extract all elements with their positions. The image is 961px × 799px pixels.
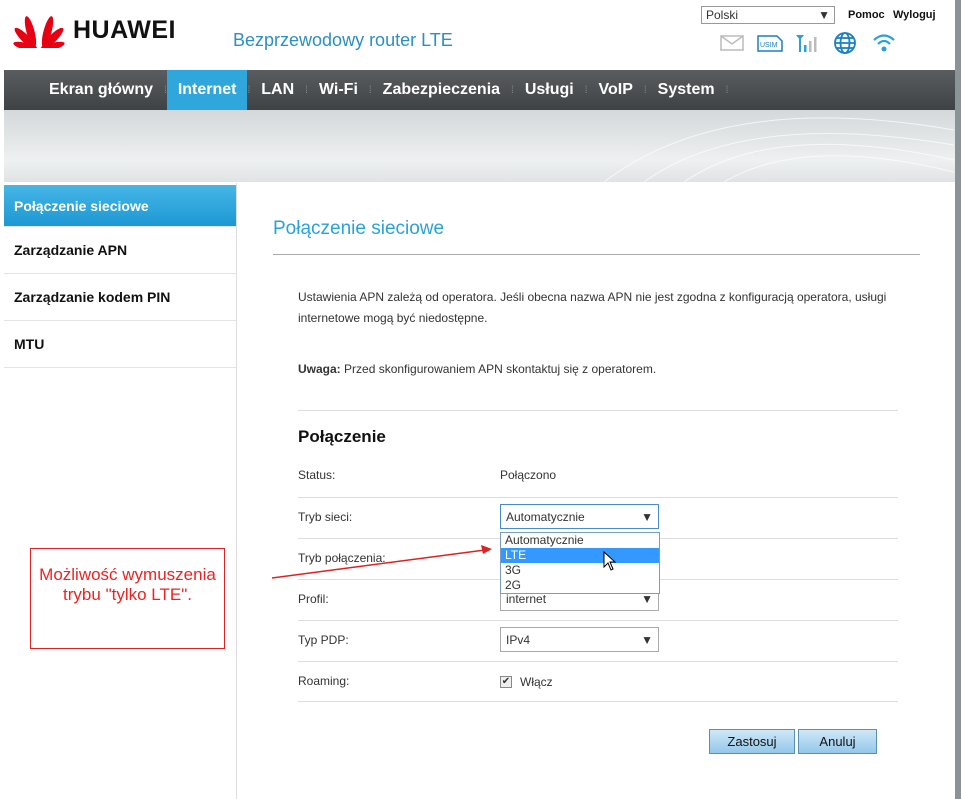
tab-internet[interactable]: Internet xyxy=(166,70,248,110)
annotation-box: Możliwość wymuszenia trybu "tylko LTE". xyxy=(30,548,225,649)
divider xyxy=(298,410,898,411)
roaming-label: Roaming: xyxy=(298,674,350,688)
cancel-button[interactable]: Anuluj xyxy=(798,729,877,754)
divider xyxy=(273,254,920,255)
sidebar-item-apn[interactable]: Zarządzanie APN xyxy=(4,227,236,274)
wifi-icon xyxy=(872,32,896,54)
tab-services[interactable]: Usługi xyxy=(514,70,585,110)
network-mode-value: Automatycznie xyxy=(506,510,585,524)
globe-icon xyxy=(833,32,857,54)
sidebar: Połączenie sieciowe Zarządzanie APN Zarz… xyxy=(4,183,237,799)
tab-system[interactable]: System xyxy=(647,70,726,110)
mail-icon[interactable] xyxy=(720,32,744,54)
product-name: Bezprzewodowy router LTE xyxy=(233,30,453,50)
window-edge xyxy=(955,0,961,799)
option-lte[interactable]: LTE xyxy=(501,548,659,563)
option-3g[interactable]: 3G xyxy=(501,563,659,578)
apn-info: Ustawienia APN zależą od operatora. Jeśl… xyxy=(298,290,887,325)
note-text: Przed skonfigurowaniem APN skontaktuj si… xyxy=(340,362,657,376)
chevron-down-icon: ▼ xyxy=(818,8,830,22)
help-link[interactable]: Pomoc xyxy=(848,9,885,21)
profile-label: Profil: xyxy=(298,592,329,606)
network-mode-dropdown: Automatycznie LTE 3G 2G xyxy=(500,532,660,594)
annotation-arrow-icon xyxy=(271,545,492,579)
option-2g[interactable]: 2G xyxy=(501,578,659,593)
logout-link[interactable]: Wyloguj xyxy=(893,9,936,21)
mouse-cursor-icon xyxy=(603,550,617,576)
svg-text:USIM: USIM xyxy=(760,42,778,49)
checkbox-checked-icon[interactable]: ✔ xyxy=(500,676,512,688)
roaming-row: Roaming: ✔ Włącz xyxy=(298,661,898,702)
chevron-down-icon: ▼ xyxy=(641,633,653,647)
roaming-checkbox-label: Włącz xyxy=(520,675,553,689)
tab-wifi[interactable]: Wi-Fi xyxy=(308,70,369,110)
tab-security[interactable]: Zabezpieczenia xyxy=(372,70,511,110)
section-title: Połączenie xyxy=(298,427,386,446)
note: Uwaga: Przed skonfigurowaniem APN skonta… xyxy=(298,359,656,380)
sim-icon: USIM xyxy=(757,32,783,54)
option-auto[interactable]: Automatycznie xyxy=(501,533,659,548)
apply-button[interactable]: Zastosuj xyxy=(709,729,795,754)
tab-lan[interactable]: LAN xyxy=(250,70,305,110)
network-mode-select[interactable]: Automatycznie ▼ xyxy=(500,504,659,529)
sidebar-item-mtu[interactable]: MTU xyxy=(4,321,236,368)
signal-icon xyxy=(794,32,822,54)
pdp-row: Typ PDP: IPv4 ▼ xyxy=(298,620,898,661)
chevron-down-icon: ▼ xyxy=(641,510,653,524)
tab-voip[interactable]: VoIP xyxy=(588,70,644,110)
page-title: Połączenie sieciowe xyxy=(273,218,445,239)
sidebar-item-pin[interactable]: Zarządzanie kodem PIN xyxy=(4,274,236,321)
pdp-label: Typ PDP: xyxy=(298,633,349,647)
tab-home[interactable]: Ekran główny xyxy=(4,70,164,110)
network-mode-label: Tryb sieci: xyxy=(298,510,353,524)
status-label: Status: xyxy=(298,468,336,482)
note-label: Uwaga: xyxy=(298,362,341,376)
main-nav: Ekran główny ⁞ Internet ⁞ LAN ⁞ Wi-Fi ⁞ Zabe… xyxy=(4,70,955,110)
sidebar-item-network-connection[interactable]: Połączenie sieciowe xyxy=(4,185,236,227)
huawei-logo: HUAWEI xyxy=(13,12,176,48)
status-value: Połączono xyxy=(500,468,557,482)
huawei-flower-icon xyxy=(13,16,65,48)
brand-name: HUAWEI xyxy=(73,15,176,44)
status-row: Status: Połączono xyxy=(298,456,898,497)
language-value: Polski xyxy=(706,8,739,22)
language-select[interactable]: Polski ▼ xyxy=(701,6,835,24)
pdp-value: IPv4 xyxy=(506,633,531,647)
pdp-type-select[interactable]: IPv4 ▼ xyxy=(500,627,659,652)
banner xyxy=(4,110,955,182)
roaming-checkbox[interactable]: ✔ Włącz xyxy=(500,675,553,689)
